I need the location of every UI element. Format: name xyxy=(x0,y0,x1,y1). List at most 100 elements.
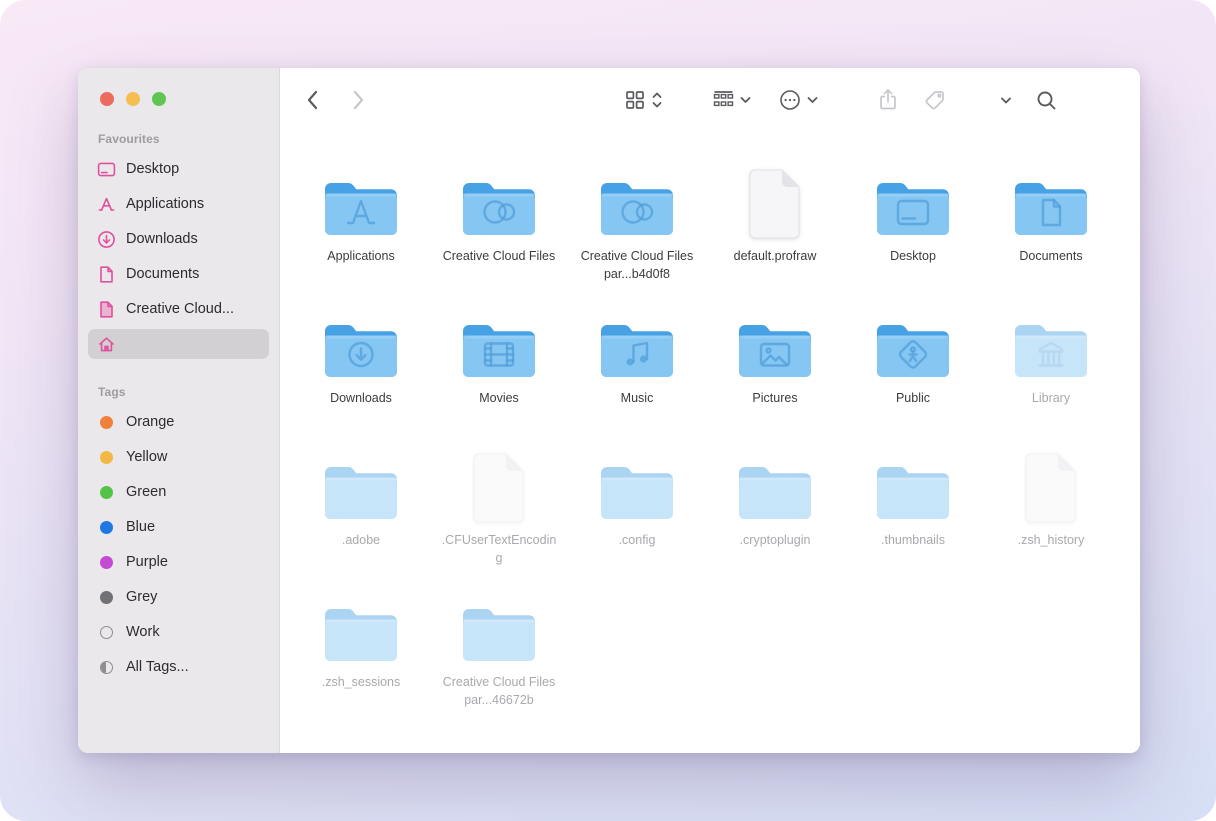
share-icon xyxy=(878,88,898,112)
folder-icon xyxy=(322,440,400,524)
folder-applications[interactable]: Applications xyxy=(292,156,430,298)
folder-creative-cloud-files-par-46672b[interactable]: Creative Cloud Files par...46672b xyxy=(430,582,568,724)
chevron-down-icon xyxy=(740,96,751,104)
folder-music[interactable]: Music xyxy=(568,298,706,440)
tag-item-yellow[interactable]: Yellow xyxy=(88,442,269,472)
tag-label: Purple xyxy=(126,554,168,570)
share-button[interactable] xyxy=(878,88,898,112)
folder-documents[interactable]: Documents xyxy=(982,156,1120,298)
folder-icon xyxy=(598,440,676,524)
sidebar-item-label: Desktop xyxy=(126,161,179,177)
tag-color-dot xyxy=(100,486,113,499)
tag-item-blue[interactable]: Blue xyxy=(88,512,269,542)
sidebar-item-downloads[interactable]: Downloads xyxy=(88,224,269,254)
folder-adobe[interactable]: .adobe xyxy=(292,440,430,582)
folder-zsh-sessions[interactable]: .zsh_sessions xyxy=(292,582,430,724)
tag-label: Orange xyxy=(126,414,174,430)
close-button[interactable] xyxy=(100,92,114,106)
applications-sidebar-icon xyxy=(97,195,116,214)
folder-config[interactable]: .config xyxy=(568,440,706,582)
desktop-background: Favourites Desktop Applications Downloads D… xyxy=(0,0,1216,821)
folder-icon xyxy=(460,582,538,666)
minimize-button[interactable] xyxy=(126,92,140,106)
file-name-label: Music xyxy=(621,389,654,407)
group-by-icon xyxy=(713,90,734,110)
file-name-label: Downloads xyxy=(330,389,392,407)
tag-item-work[interactable]: Work xyxy=(88,617,269,647)
tag-item-grey[interactable]: Grey xyxy=(88,582,269,612)
forward-button[interactable] xyxy=(349,89,367,111)
view-picker-chevrons-icon xyxy=(651,90,663,110)
folder-icon xyxy=(1012,156,1090,240)
folder-desktop[interactable]: Desktop xyxy=(844,156,982,298)
folder-library[interactable]: Library xyxy=(982,298,1120,440)
tag-label: Green xyxy=(126,484,166,500)
view-switcher-button[interactable] xyxy=(625,90,663,110)
tag-color-dot xyxy=(100,661,113,674)
file-name-label: default.profraw xyxy=(734,247,817,265)
file-name-label: Creative Cloud Files par...b4d0f8 xyxy=(578,247,696,283)
tag-color-dot xyxy=(100,556,113,569)
search-button[interactable] xyxy=(1036,90,1057,111)
folder-movies[interactable]: Movies xyxy=(430,298,568,440)
tag-item-purple[interactable]: Purple xyxy=(88,547,269,577)
tag-label: All Tags... xyxy=(126,659,189,675)
sidebar-item-creative-cloud[interactable]: Creative Cloud... xyxy=(88,294,269,324)
folder-public[interactable]: Public xyxy=(844,298,982,440)
sidebar-item-home[interactable] xyxy=(88,329,269,359)
file-name-label: Creative Cloud Files xyxy=(443,247,556,265)
tag-item-orange[interactable]: Orange xyxy=(88,407,269,437)
search-icon xyxy=(1036,90,1057,111)
file-name-label: Public xyxy=(896,389,930,407)
toolbar-overflow-button[interactable] xyxy=(1000,96,1012,105)
tag-color-dot xyxy=(100,416,113,429)
tag-label: Work xyxy=(126,624,160,640)
more-options-button[interactable] xyxy=(779,89,818,111)
folder-cryptoplugin[interactable]: .cryptoplugin xyxy=(706,440,844,582)
tag-button[interactable] xyxy=(924,89,946,111)
chevron-down-icon xyxy=(1000,96,1012,105)
folder-icon xyxy=(598,298,676,382)
folder-icon xyxy=(874,156,952,240)
file-default-profraw[interactable]: default.profraw xyxy=(706,156,844,298)
folder-thumbnails[interactable]: .thumbnails xyxy=(844,440,982,582)
sidebar-item-documents[interactable]: Documents xyxy=(88,259,269,289)
folder-creative-cloud-files-par-b4d0f8[interactable]: Creative Cloud Files par...b4d0f8 xyxy=(568,156,706,298)
back-button[interactable] xyxy=(304,89,322,111)
favourites-section-title: Favourites xyxy=(98,132,279,146)
folder-icon xyxy=(874,298,952,382)
file-name-label: Desktop xyxy=(890,247,936,265)
sidebar-item-desktop[interactable]: Desktop xyxy=(88,154,269,184)
file-zsh-history[interactable]: .zsh_history xyxy=(982,440,1120,582)
tag-color-dot xyxy=(100,521,113,534)
folder-creative-cloud-files[interactable]: Creative Cloud Files xyxy=(430,156,568,298)
tag-label: Blue xyxy=(126,519,155,535)
zoom-button[interactable] xyxy=(152,92,166,106)
chevron-down-icon xyxy=(807,96,818,104)
tag-item-green[interactable]: Green xyxy=(88,477,269,507)
sidebar-item-label: Downloads xyxy=(126,231,198,247)
toolbar xyxy=(280,68,1140,132)
file-name-label: Pictures xyxy=(752,389,797,407)
tag-item-all-tags[interactable]: All Tags... xyxy=(88,652,269,682)
document-icon xyxy=(1022,440,1080,524)
file-grid: Applications Creative Cloud Files Creati… xyxy=(280,132,1140,753)
folder-downloads[interactable]: Downloads xyxy=(292,298,430,440)
folder-icon xyxy=(460,298,538,382)
sidebar-item-label: Documents xyxy=(126,266,199,282)
downloads-sidebar-icon xyxy=(97,230,116,249)
tag-color-dot xyxy=(100,451,113,464)
file-cfusertextencoding[interactable]: .CFUserTextEncoding xyxy=(430,440,568,582)
tag-icon xyxy=(924,89,946,111)
group-by-button[interactable] xyxy=(713,90,751,110)
tag-label: Grey xyxy=(126,589,157,605)
sidebar-item-applications[interactable]: Applications xyxy=(88,189,269,219)
documents-sidebar-icon xyxy=(97,265,116,284)
file-name-label: .adobe xyxy=(342,531,380,549)
folder-pictures[interactable]: Pictures xyxy=(706,298,844,440)
more-options-icon xyxy=(779,89,801,111)
file-name-label: .CFUserTextEncoding xyxy=(440,531,558,567)
file-name-label: .thumbnails xyxy=(881,531,945,549)
desktop-sidebar-icon xyxy=(97,160,116,179)
main-pane: Applications Creative Cloud Files Creati… xyxy=(280,68,1140,753)
